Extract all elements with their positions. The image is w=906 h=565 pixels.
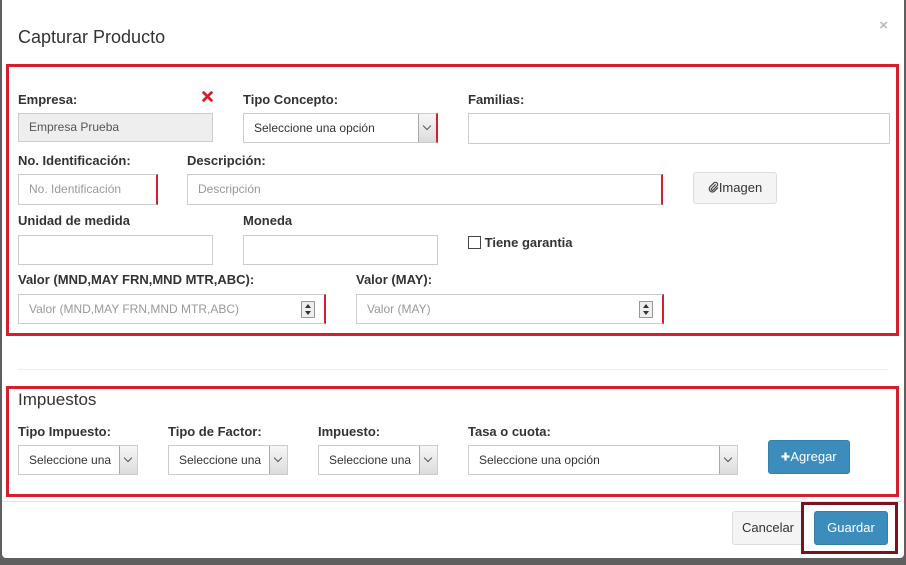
tasa-cuota-select[interactable]: Seleccione una opción — [468, 445, 738, 475]
tiene-garantia-label: Tiene garantia — [484, 235, 573, 250]
tipo-factor-label: Tipo de Factor: — [168, 424, 262, 439]
valor-mnd-placeholder: Valor (MND,MAY FRN,MND MTR,ABC) — [29, 302, 239, 316]
familias-input[interactable] — [468, 113, 890, 144]
chevron-down-icon — [418, 114, 436, 142]
chevron-down-icon — [119, 446, 137, 474]
descripcion-label: Descripción: — [187, 153, 266, 168]
impuesto-label: Impuesto: — [318, 424, 381, 439]
valor-may-spinner[interactable] — [639, 301, 653, 318]
no-identificacion-label: No. Identificación: — [18, 153, 131, 168]
tasa-cuota-label: Tasa o cuota: — [468, 424, 551, 439]
valor-mnd-input[interactable]: Valor (MND,MAY FRN,MND MTR,ABC) — [18, 294, 326, 324]
tipo-concepto-select[interactable]: Seleccione una opción — [243, 113, 438, 143]
tipo-factor-select[interactable]: Seleccione una — [168, 445, 288, 475]
tasa-cuota-value: Seleccione una opción — [479, 453, 600, 467]
imagen-button[interactable]: Imagen — [693, 172, 777, 204]
impuestos-section-highlight — [6, 386, 899, 497]
empresa-field: Empresa Prueba — [18, 113, 213, 142]
chevron-down-icon — [269, 446, 287, 474]
moneda-label: Moneda — [243, 213, 293, 228]
remove-empresa-icon[interactable] — [202, 91, 213, 102]
unidad-medida-label: Unidad de medida — [18, 213, 130, 228]
cancelar-button[interactable]: Cancelar — [732, 511, 804, 545]
unidad-medida-input[interactable] — [18, 235, 213, 265]
tiene-garantia-option[interactable]: Tiene garantia — [468, 235, 573, 250]
section-divider — [18, 369, 888, 370]
tipo-impuesto-value: Seleccione una — [29, 453, 112, 467]
valor-mnd-label: Valor (MND,MAY FRN,MND MTR,ABC): — [18, 272, 255, 287]
valor-may-placeholder: Valor (MAY) — [367, 302, 431, 316]
tiene-garantia-checkbox[interactable] — [468, 236, 481, 249]
imagen-button-label: Imagen — [718, 180, 763, 195]
paperclip-icon — [708, 181, 719, 193]
chevron-down-icon — [719, 446, 737, 474]
familias-label: Familias: — [468, 92, 525, 107]
capturar-producto-modal: Capturar Producto × Empresa: Empresa Pru… — [2, 0, 904, 558]
tipo-factor-value: Seleccione una — [179, 453, 262, 467]
chevron-down-icon — [419, 446, 437, 474]
tipo-impuesto-select[interactable]: Seleccione una — [18, 445, 138, 475]
descripcion-input[interactable]: Descripción — [187, 174, 663, 205]
no-identificacion-input[interactable]: No. Identificación — [18, 174, 158, 205]
moneda-input[interactable] — [243, 235, 438, 265]
agregar-button-label: Agregar — [790, 449, 837, 464]
valor-may-input[interactable]: Valor (MAY) — [356, 294, 664, 324]
valor-may-label: Valor (MAY): — [356, 272, 433, 287]
agregar-button[interactable]: Agregar — [768, 440, 850, 474]
tipo-concepto-label: Tipo Concepto: — [243, 92, 339, 107]
impuesto-select[interactable]: Seleccione una — [318, 445, 438, 475]
tipo-impuesto-label: Tipo Impuesto: — [18, 424, 111, 439]
valor-mnd-spinner[interactable] — [301, 301, 315, 318]
impuestos-title: Impuestos — [18, 390, 97, 409]
footer-divider — [2, 501, 904, 502]
close-icon[interactable]: × — [879, 17, 888, 34]
empresa-label: Empresa: — [18, 92, 78, 107]
guardar-button[interactable]: Guardar — [814, 511, 888, 545]
modal-title: Capturar Producto — [18, 27, 166, 47]
impuesto-value: Seleccione una — [329, 453, 412, 467]
tipo-concepto-value: Seleccione una opción — [254, 121, 375, 135]
